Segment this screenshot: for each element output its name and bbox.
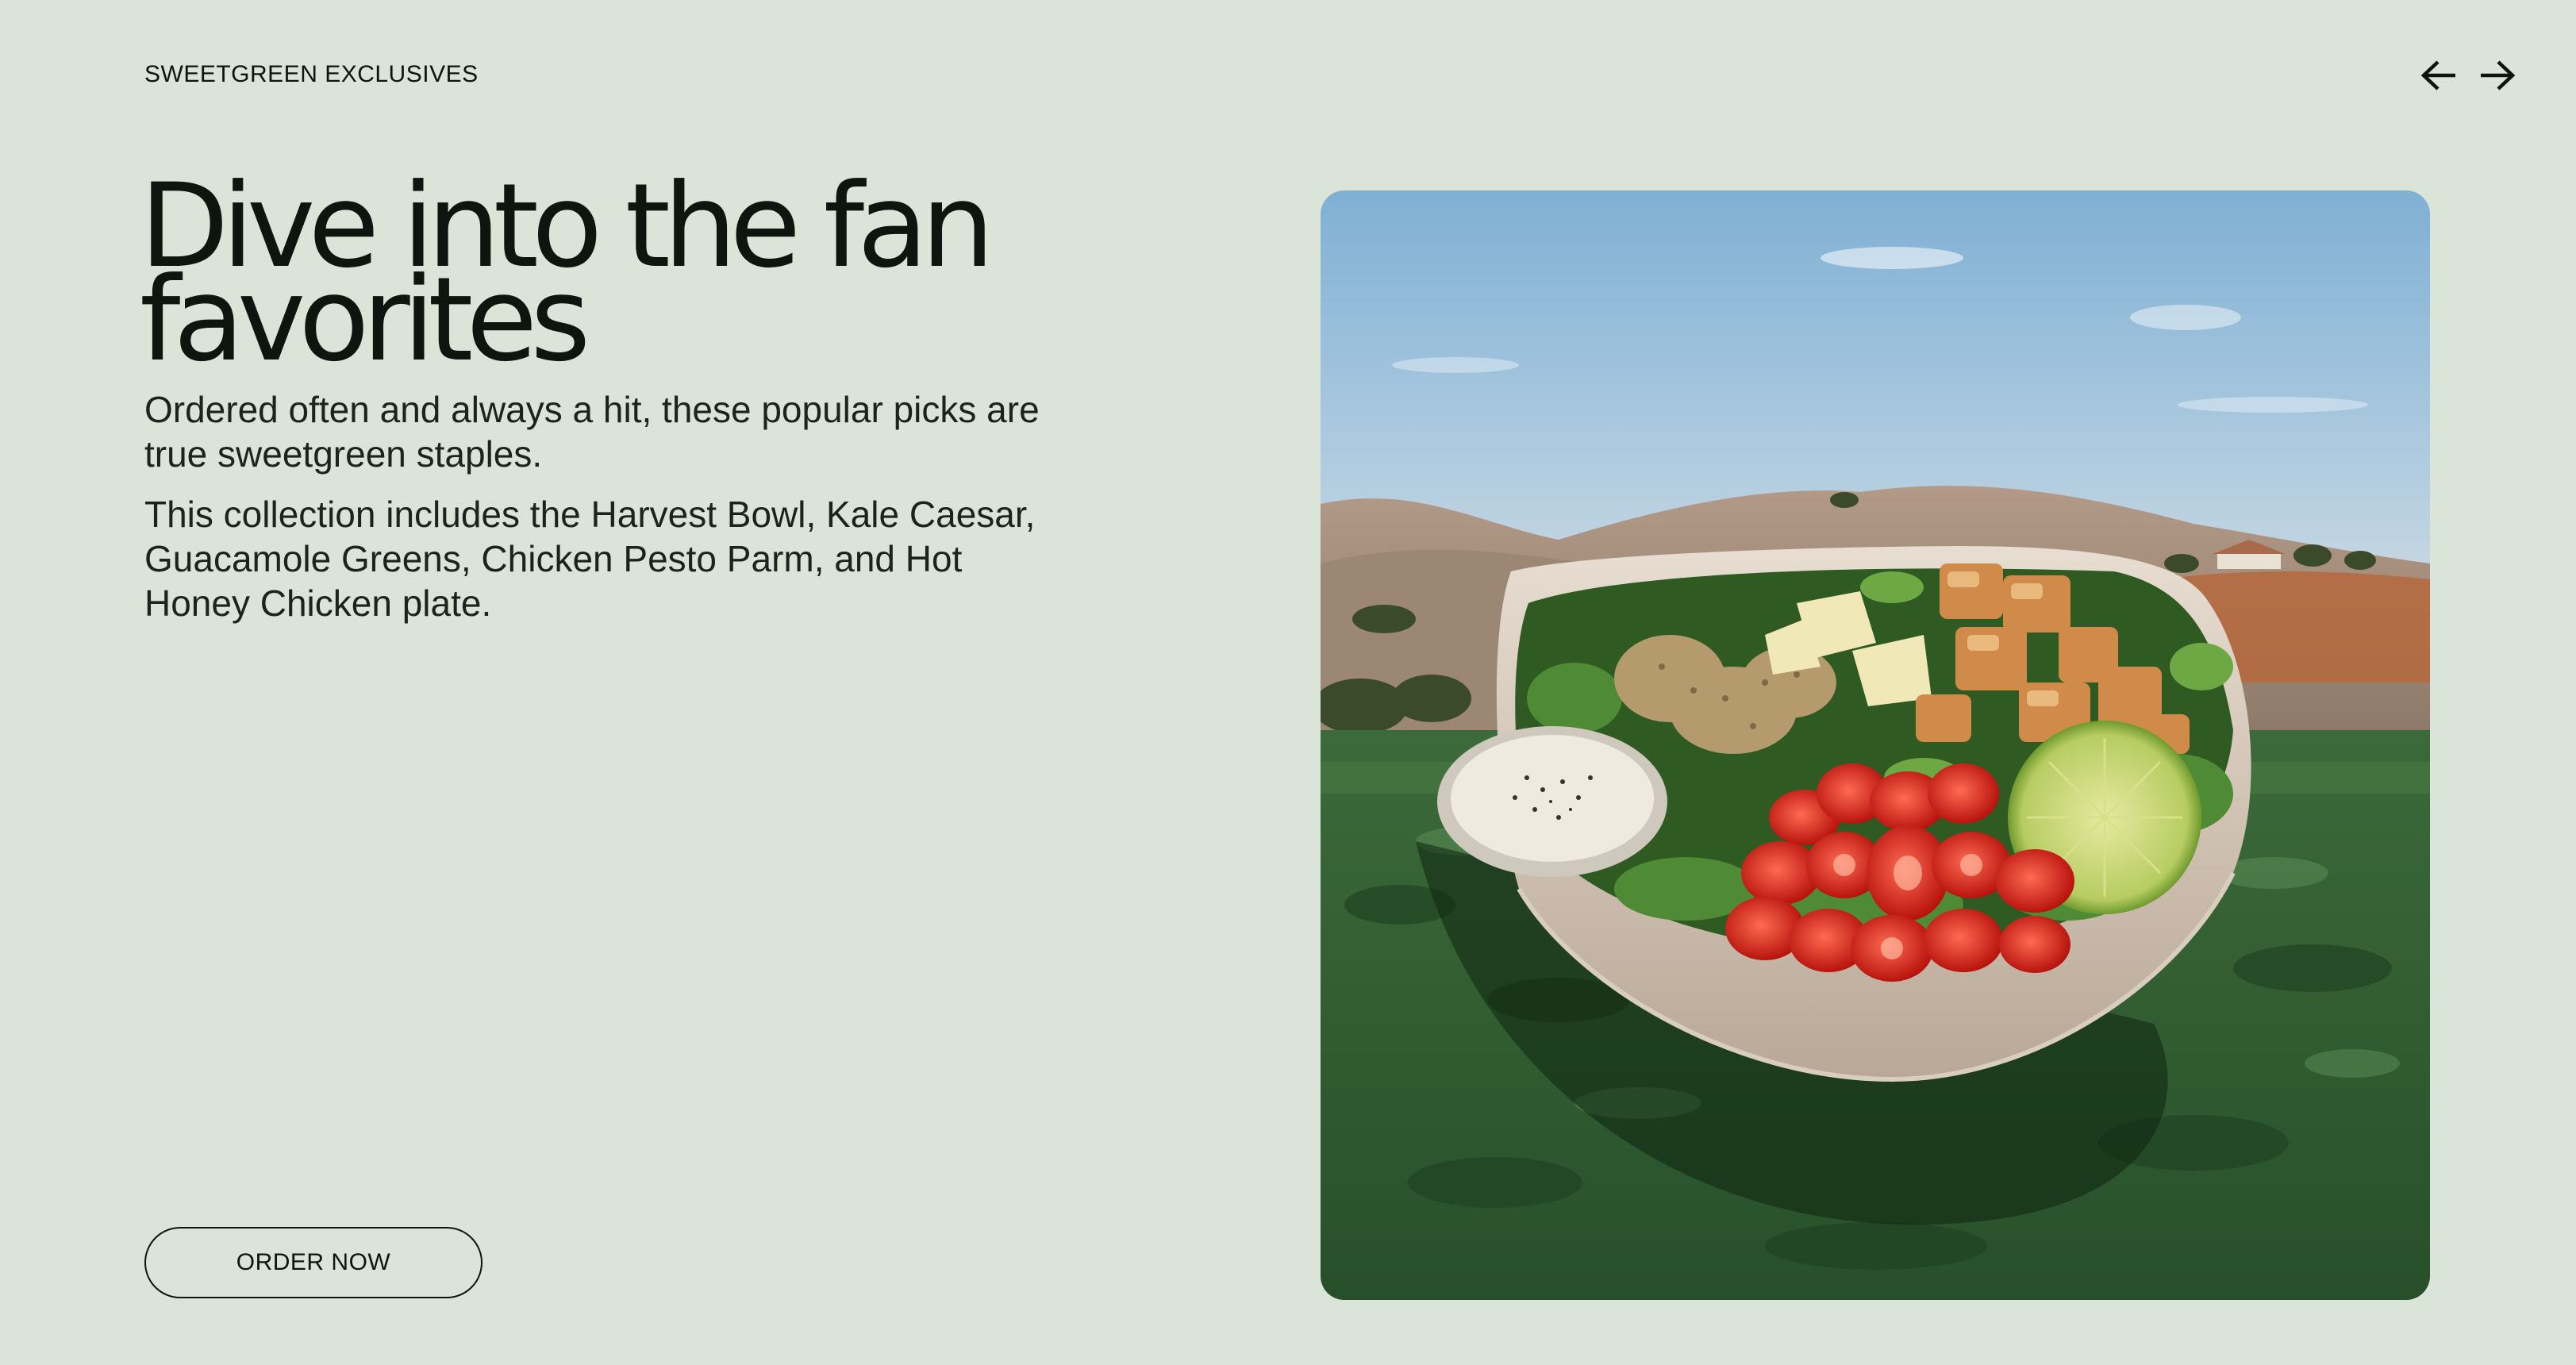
description-collection: This collection includes the Harvest Bow…: [144, 494, 1036, 624]
arrow-left-icon: [2420, 60, 2455, 90]
next-button[interactable]: [2478, 56, 2517, 95]
page-title: Dive into the fan favorites: [140, 168, 1092, 378]
salad-bowl-illustration: [1321, 190, 2430, 1300]
prev-button[interactable]: [2419, 56, 2459, 95]
arrow-right-icon: [2481, 60, 2516, 90]
description-primary: Ordered often and always a hit, these po…: [144, 389, 1040, 475]
hero-image: [1321, 190, 2430, 1300]
carousel-nav: [2419, 56, 2517, 95]
page-title-line-2: favorites: [140, 252, 590, 387]
section-eyebrow: SWEETGREEN EXCLUSIVES: [144, 61, 479, 87]
order-now-button[interactable]: ORDER NOW: [144, 1227, 483, 1298]
